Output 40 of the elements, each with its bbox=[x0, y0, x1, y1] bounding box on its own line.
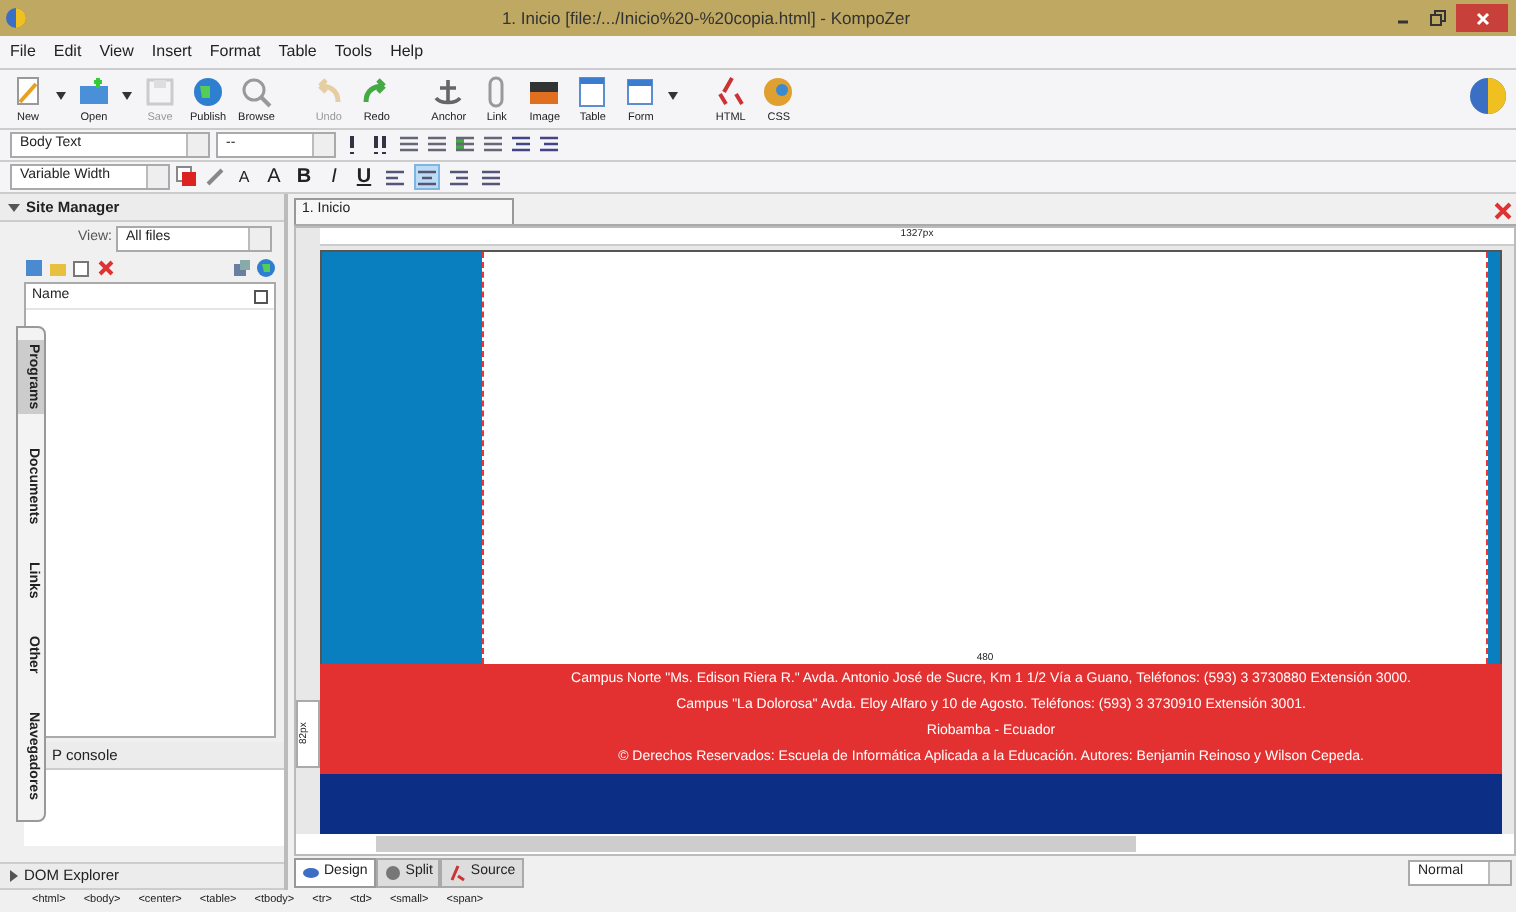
menu-item[interactable]: Table bbox=[278, 40, 317, 64]
restore-icon bbox=[1430, 10, 1446, 26]
menu-item[interactable]: Tools bbox=[334, 40, 373, 64]
text-style-button[interactable]: U bbox=[352, 167, 376, 187]
align-right-icon[interactable] bbox=[510, 133, 532, 156]
menu-item[interactable]: Format bbox=[209, 40, 261, 64]
app-logo-icon bbox=[4, 6, 28, 30]
windows-icon[interactable] bbox=[232, 258, 252, 278]
globe-icon bbox=[190, 73, 227, 109]
text-style-button[interactable]: I bbox=[322, 167, 346, 187]
caret-icon[interactable] bbox=[668, 92, 679, 101]
close-icon[interactable] bbox=[1494, 202, 1512, 220]
menu-item[interactable]: Edit bbox=[53, 40, 82, 64]
text-color-icon[interactable] bbox=[176, 165, 198, 188]
menu-item[interactable]: Insert bbox=[151, 40, 192, 64]
strong-emphasis-icon[interactable] bbox=[370, 133, 392, 156]
font-size-button[interactable]: A bbox=[232, 169, 256, 185]
collapse-icon[interactable] bbox=[8, 201, 20, 213]
caret-icon[interactable] bbox=[122, 92, 132, 101]
horizontal-scrollbar[interactable] bbox=[296, 834, 1514, 854]
font-size-button[interactable]: A bbox=[262, 167, 286, 187]
close-icon bbox=[1475, 11, 1489, 25]
menu-item[interactable]: Help bbox=[390, 40, 424, 64]
open-folder-icon bbox=[76, 73, 112, 109]
search-icon bbox=[238, 73, 275, 109]
globe-icon[interactable] bbox=[256, 258, 276, 278]
indent-icon[interactable] bbox=[454, 133, 476, 156]
caret-icon[interactable] bbox=[56, 92, 66, 101]
menu-item[interactable]: View bbox=[99, 40, 134, 64]
app-logo-icon bbox=[1468, 76, 1508, 116]
column-picker-icon[interactable] bbox=[254, 289, 268, 303]
align-right-icon[interactable] bbox=[538, 133, 560, 156]
delete-icon[interactable] bbox=[96, 258, 116, 278]
expand-icon[interactable] bbox=[8, 870, 18, 882]
eye-icon bbox=[302, 864, 320, 882]
align-button[interactable] bbox=[414, 164, 440, 190]
close-button[interactable] bbox=[1456, 4, 1508, 32]
menu-item[interactable]: File bbox=[10, 40, 36, 64]
text-style-button[interactable]: B bbox=[292, 167, 316, 187]
window-title: 1. Inicio [file:/.../Inicio%20-%20copia.html] - KompoZer bbox=[499, 5, 913, 31]
